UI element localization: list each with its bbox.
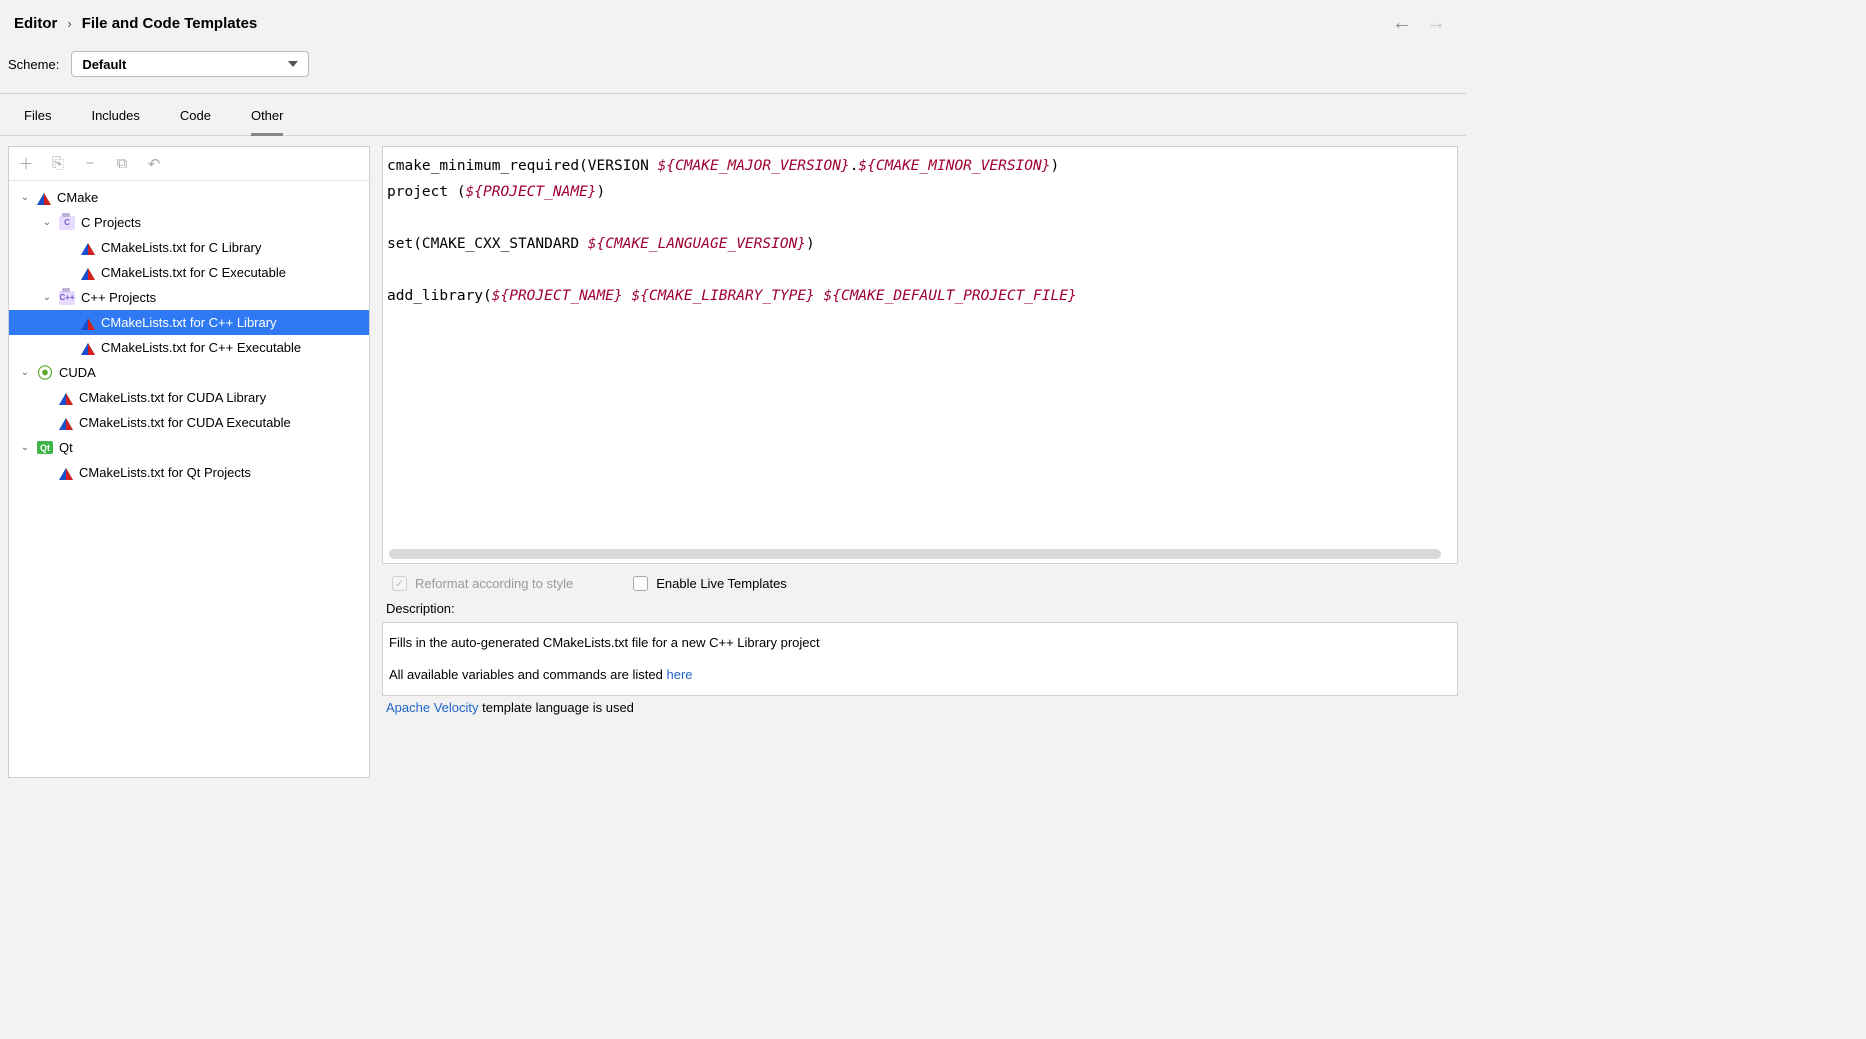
cmake-icon [81,316,95,330]
nav-back-icon[interactable]: ← [1392,12,1412,35]
template-tree: ⌄ CMake ⌄ C C Projects CMakeLists.txt for C L… [9,181,369,489]
cmake-icon [81,266,95,280]
tree-row-label: CMakeLists.txt for C++ Executable [101,340,369,355]
enable-live-templates-checkbox[interactable]: Enable Live Templates [633,576,787,591]
tree-row-label: CMakeLists.txt for C Executable [101,265,369,280]
chevron-down-icon [288,61,298,67]
tree-row[interactable]: CMakeLists.txt for Qt Projects [9,460,369,485]
tree-row[interactable]: ⌄ ⦿ CUDA [9,360,369,385]
breadcrumb: Editor › File and Code Templates [14,15,257,32]
scheme-label: Scheme: [8,57,59,72]
tree-row-label: CMakeLists.txt for C Library [101,240,369,255]
copy-icon[interactable]: ⧉ [113,155,131,172]
cmake-icon [59,416,73,430]
description-apache: Apache Velocity template language is use… [382,696,1458,715]
tab-code[interactable]: Code [180,108,211,136]
tree-row[interactable]: CMakeLists.txt for C Executable [9,260,369,285]
template-editor[interactable]: cmake_minimum_required(VERSION ${CMAKE_M… [382,146,1458,564]
tree-toolbar: ＋ ⎘ − ⧉ ↶ [9,147,369,181]
tree-row[interactable]: CMakeLists.txt for CUDA Executable [9,410,369,435]
remove-icon[interactable]: − [81,155,99,172]
horizontal-scrollbar[interactable] [389,549,1441,559]
description-heading: Description: [382,601,1458,622]
nav-forward-icon[interactable]: → [1426,12,1446,35]
expander-icon[interactable]: ⌄ [19,442,31,453]
undo-icon[interactable]: ↶ [145,155,163,173]
reformat-checkbox: ✓ Reformat according to style [392,576,573,591]
tree-row-label: CUDA [59,365,369,380]
scheme-dropdown[interactable]: Default [71,51,309,77]
tree-row-label: CMakeLists.txt for CUDA Library [79,390,369,405]
tab-bar: Files Includes Code Other [0,94,1466,136]
tree-row[interactable]: CMakeLists.txt for CUDA Library [9,385,369,410]
add-icon[interactable]: ＋ [17,153,35,174]
tree-row-label: CMakeLists.txt for Qt Projects [79,465,369,480]
cmake-icon [37,191,51,205]
cpp-lang-icon: C++ [59,291,75,305]
tree-row-label: CMakeLists.txt for CUDA Executable [79,415,369,430]
tree-row-label: CMakeLists.txt for C++ Library [101,315,369,330]
add-child-icon[interactable]: ⎘ [49,155,67,172]
tab-other[interactable]: Other [251,108,284,136]
qt-icon: Qt [37,441,53,454]
tree-row[interactable]: CMakeLists.txt for C++ Library [9,310,369,335]
breadcrumb-parent[interactable]: Editor [14,15,57,32]
tree-row[interactable]: ⌄ Qt Qt [9,435,369,460]
description-line1: Fills in the auto-generated CMakeLists.t… [389,631,1451,655]
tree-row-label: Qt [59,440,369,455]
description-box: Fills in the auto-generated CMakeLists.t… [382,622,1458,696]
cmake-icon [59,391,73,405]
c-lang-icon: C [59,216,75,230]
tree-row[interactable]: ⌄ CMake [9,185,369,210]
description-line2: All available variables and commands are… [389,663,1451,687]
expander-icon[interactable]: ⌄ [19,367,31,378]
tab-includes[interactable]: Includes [91,108,139,136]
tab-files[interactable]: Files [24,108,51,136]
cmake-icon [81,341,95,355]
tree-row[interactable]: CMakeLists.txt for C++ Executable [9,335,369,360]
tree-row-label: C++ Projects [81,290,369,305]
tree-row[interactable]: ⌄ C++ C++ Projects [9,285,369,310]
cmake-icon [81,241,95,255]
tree-row[interactable]: CMakeLists.txt for C Library [9,235,369,260]
tree-row-label: C Projects [81,215,369,230]
link-here[interactable]: here [666,667,692,682]
expander-icon[interactable]: ⌄ [41,292,53,303]
expander-icon[interactable]: ⌄ [41,217,53,228]
expander-icon[interactable]: ⌄ [19,192,31,203]
chevron-right-icon: › [67,16,71,31]
breadcrumb-current: File and Code Templates [82,15,258,32]
link-apache-velocity[interactable]: Apache Velocity [386,700,479,715]
tree-row-label: CMake [57,190,369,205]
cmake-icon [59,466,73,480]
cuda-icon: ⦿ [37,367,53,379]
scheme-value: Default [82,57,126,72]
tree-row[interactable]: ⌄ C C Projects [9,210,369,235]
